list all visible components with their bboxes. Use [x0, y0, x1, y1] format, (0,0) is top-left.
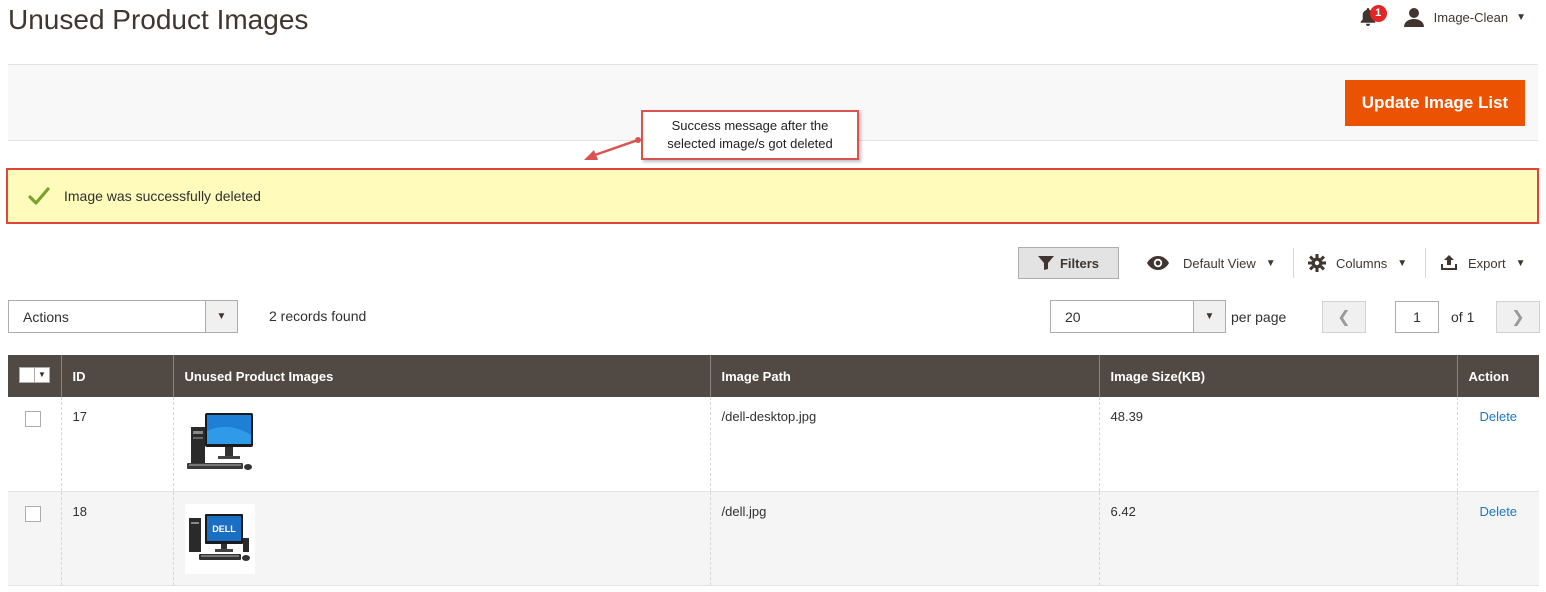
desktop-monitor-image-icon: [184, 409, 255, 479]
callout-arrow-icon: [584, 137, 641, 160]
chevron-down-icon: ▼: [205, 301, 237, 332]
column-header-image-path[interactable]: Image Path: [709, 355, 1099, 397]
id-cell: 18: [60, 491, 173, 586]
delete-link[interactable]: Delete: [1479, 504, 1517, 519]
grid-controls: Filters Default View ▼ Columns ▼ Export …: [0, 246, 1546, 280]
annotation-callout: Success message after the selected image…: [641, 110, 859, 160]
row-select-cell: [8, 397, 61, 492]
checkbox[interactable]: [19, 366, 35, 383]
records-found: 2 records found: [269, 308, 367, 324]
svg-text:DELL: DELL: [212, 524, 236, 534]
page-size-select[interactable]: 20 ▼: [1050, 300, 1226, 333]
eye-icon: [1147, 256, 1169, 270]
id-cell: 17: [60, 397, 173, 492]
column-header-image-size[interactable]: Image Size(KB): [1098, 355, 1457, 397]
callout-line-2: selected image/s got deleted: [667, 136, 833, 151]
action-cell: Delete: [1456, 397, 1539, 492]
image-path-cell: /dell.jpg: [709, 491, 1099, 586]
table-row: 17 /dell-desktop.jpg 48.39 Delete: [8, 397, 1539, 492]
mass-actions-value: Actions: [23, 308, 69, 325]
mass-actions-select[interactable]: Actions ▼: [8, 300, 238, 333]
columns-dropdown[interactable]: Columns ▼: [1308, 246, 1407, 280]
export-label: Export: [1468, 255, 1506, 271]
chevron-down-icon: ▼: [1193, 301, 1225, 332]
filters-button[interactable]: Filters: [1018, 247, 1119, 279]
action-cell: Delete: [1456, 491, 1539, 586]
default-view-label: Default View: [1183, 255, 1256, 271]
chevron-down-icon: ▼: [1397, 257, 1408, 269]
notifications-button[interactable]: 1: [1360, 5, 1387, 28]
success-message-text: Image was successfully deleted: [64, 188, 261, 204]
page-size-value: 20: [1065, 308, 1081, 325]
gear-icon: [1308, 254, 1326, 272]
chevron-down-icon[interactable]: ▼: [35, 366, 50, 383]
admin-header-actions: 1 Image-Clean ▼: [1360, 5, 1526, 28]
total-pages-label: of 1: [1451, 309, 1475, 325]
columns-label: Columns: [1336, 255, 1388, 271]
delete-link[interactable]: Delete: [1479, 409, 1517, 424]
unused-images-table: ▼ ID Unused Product Images Image Path Im…: [8, 355, 1539, 586]
filters-label: Filters: [1059, 255, 1099, 271]
update-image-list-button[interactable]: Update Image List: [1345, 80, 1525, 126]
image-size-cell: 48.39: [1098, 397, 1457, 492]
funnel-icon: [1037, 256, 1054, 270]
table-header-row: ▼ ID Unused Product Images Image Path Im…: [8, 355, 1539, 397]
chevron-down-icon: ▼: [1516, 11, 1526, 23]
chevron-down-icon: ▼: [1265, 257, 1276, 269]
per-page-label: per page: [1231, 309, 1287, 325]
table-row: 18 DELL /dell.jpg 6.42 Delete: [8, 491, 1539, 586]
row-checkbox[interactable]: [25, 505, 41, 522]
export-icon: [1441, 255, 1457, 270]
chevron-right-icon: ❯: [1511, 309, 1525, 326]
row-select-cell: [8, 491, 61, 586]
divider: [1425, 248, 1426, 278]
chevron-down-icon: ▼: [1515, 257, 1526, 269]
page-title: Unused Product Images: [8, 4, 309, 35]
image-cell: [172, 397, 710, 492]
divider: [1293, 248, 1294, 278]
current-page-input[interactable]: 1: [1395, 301, 1439, 333]
grid-toolbar: Actions ▼ 2 records found 20 ▼ per page …: [0, 300, 1546, 334]
image-size-cell: 6.42: [1098, 491, 1457, 586]
previous-page-button[interactable]: ❮: [1322, 301, 1366, 333]
user-name: Image-Clean: [1433, 9, 1509, 25]
export-dropdown[interactable]: Export ▼: [1440, 246, 1525, 280]
mass-select-checkbox[interactable]: ▼: [19, 366, 50, 383]
callout-line-1: Success message after the: [671, 118, 829, 133]
default-view-dropdown[interactable]: Default View ▼: [1146, 246, 1276, 280]
check-icon: [28, 187, 50, 205]
user-menu[interactable]: Image-Clean ▼: [1403, 7, 1526, 27]
success-message: Image was successfully deleted: [6, 168, 1539, 224]
notification-count-badge: 1: [1369, 5, 1387, 22]
image-path-cell: /dell-desktop.jpg: [709, 397, 1099, 492]
column-header-action: Action: [1456, 355, 1539, 397]
next-page-button[interactable]: ❯: [1496, 301, 1540, 333]
column-header-id[interactable]: ID: [60, 355, 173, 397]
chevron-left-icon: ❮: [1337, 309, 1351, 326]
user-icon: [1403, 8, 1424, 27]
mass-select-header: ▼: [8, 355, 61, 397]
image-cell: DELL: [172, 491, 710, 586]
dell-desktop-image-icon: DELL: [184, 503, 255, 574]
column-header-unused-product-images[interactable]: Unused Product Images: [172, 355, 710, 397]
row-checkbox[interactable]: [25, 411, 41, 427]
